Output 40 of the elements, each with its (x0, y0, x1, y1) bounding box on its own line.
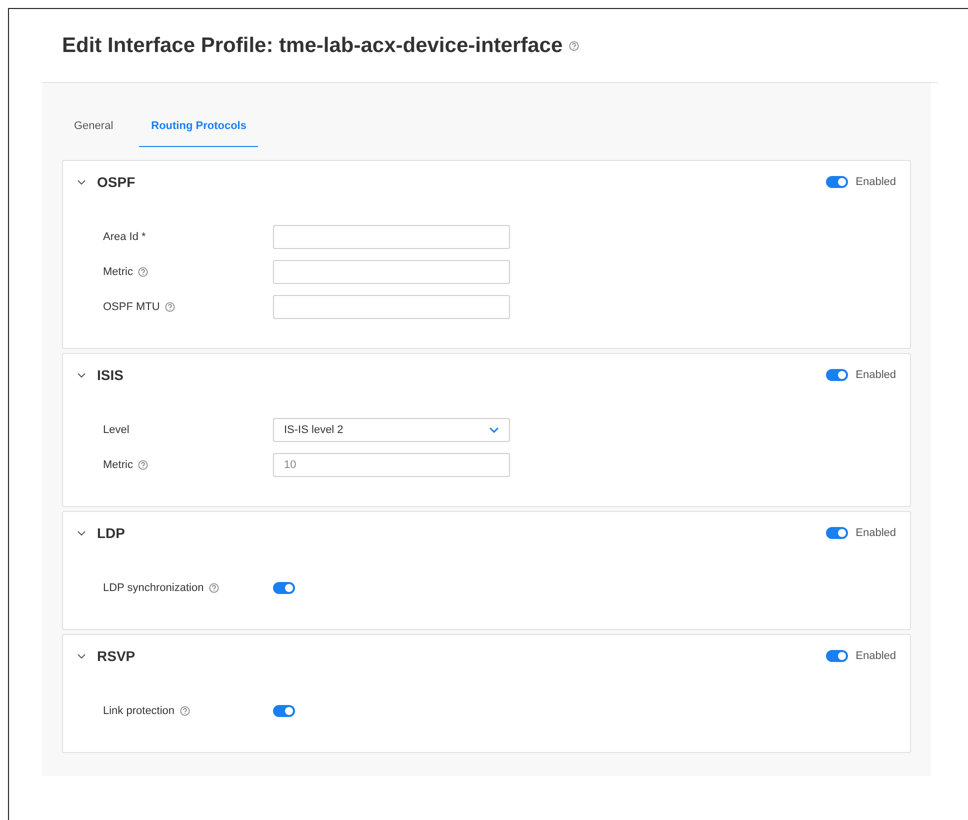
input-field[interactable] (273, 224, 510, 248)
toggle-switch[interactable] (273, 582, 295, 594)
help-icon[interactable] (138, 460, 148, 470)
field-label: OSPF MTU (103, 300, 160, 312)
toggle-label: Enabled (856, 369, 896, 381)
section-title: RSVP (97, 648, 136, 664)
chevron-down-icon[interactable] (77, 652, 86, 660)
level-dropdown[interactable]: IS-IS level 2 (273, 418, 510, 442)
toggle-switch[interactable] (826, 369, 848, 381)
input-field[interactable]: 10 (273, 452, 510, 476)
input-field[interactable] (273, 294, 510, 318)
toggle-switch[interactable] (826, 527, 848, 539)
toggle-label: Enabled (856, 176, 896, 188)
field-label: Metric (103, 458, 133, 470)
help-icon[interactable] (138, 266, 148, 276)
chevron-down-icon[interactable] (77, 528, 86, 538)
toggle-label: Enabled (856, 527, 896, 539)
chevron-down-icon[interactable] (77, 178, 86, 186)
help-icon[interactable] (208, 582, 219, 592)
section-title: LDP (97, 525, 126, 541)
input-field[interactable] (273, 260, 510, 284)
field-label: Link protection (103, 704, 175, 716)
chevron-down-icon[interactable] (77, 370, 86, 380)
section-title: OSPF (97, 174, 136, 190)
field-label: Level (103, 424, 130, 436)
tab[interactable]: Routing Protocols (139, 105, 258, 147)
page-title: Edit Interface Profile: tme-lab-acx-device-interface (62, 34, 563, 58)
toggle-switch[interactable] (273, 704, 295, 716)
toggle-switch[interactable] (826, 650, 848, 662)
toggle-switch[interactable] (826, 176, 848, 188)
field-label: Metric (103, 266, 133, 278)
field-label: Area Id * (103, 230, 146, 242)
section-title: ISIS (97, 367, 124, 383)
help-icon[interactable] (568, 40, 579, 50)
help-icon[interactable] (180, 706, 190, 716)
help-icon[interactable] (164, 302, 175, 312)
toggle-label: Enabled (856, 650, 896, 662)
chevron-down-icon (489, 426, 499, 432)
field-label: LDP synchronization (103, 582, 204, 594)
tab[interactable]: General (62, 105, 126, 147)
